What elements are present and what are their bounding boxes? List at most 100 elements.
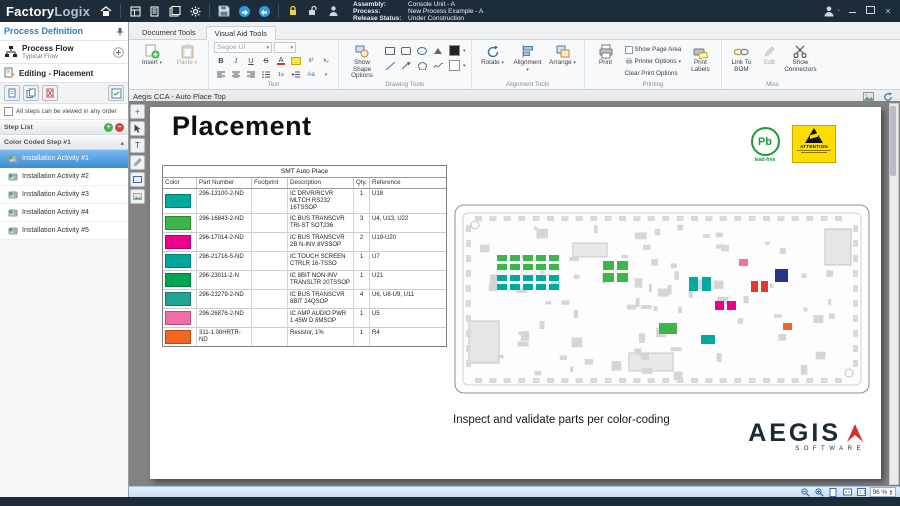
insert-button[interactable]: Insert ▾ — [136, 42, 168, 68]
strikethrough-button[interactable]: S — [259, 54, 273, 67]
paste-button[interactable]: Paste ▾ — [171, 42, 203, 68]
rounded-rect-shape-button[interactable] — [399, 44, 413, 57]
step-list-item[interactable]: Installation Activity #1 — [0, 150, 128, 168]
printer-options-button[interactable]: Printer Options▾ — [625, 56, 682, 67]
zoom-spinner[interactable]: ▲▼ — [889, 489, 893, 496]
alignment-button[interactable]: Alignment ▾ — [512, 42, 544, 74]
ellipse-shape-button[interactable] — [415, 44, 429, 57]
minimize-button[interactable] — [846, 6, 858, 16]
superscript-button[interactable]: x² — [304, 54, 318, 67]
delete-step-button[interactable] — [42, 85, 58, 101]
highlight-button[interactable] — [289, 54, 303, 67]
user-menu[interactable]: ▾ — [823, 5, 840, 17]
select-tool-button[interactable] — [130, 121, 145, 136]
zoom-fit-page-icon[interactable] — [828, 488, 839, 496]
zoom-actual-size-icon[interactable]: 1:1 — [856, 488, 867, 496]
show-page-area-toggle[interactable]: Show Page Area — [625, 44, 682, 55]
add-activity-button[interactable]: + — [104, 123, 113, 132]
font-size-select[interactable]: ▾ — [274, 42, 296, 53]
cell-part-number: 296-26876-2-ND — [197, 309, 252, 327]
numbered-list-button[interactable]: 1≡ — [274, 68, 288, 81]
add-flow-icon[interactable] — [113, 47, 124, 58]
align-center-button[interactable] — [229, 68, 243, 81]
add-annotation-button[interactable]: + — [130, 104, 145, 119]
indent-button[interactable] — [289, 68, 303, 81]
scrollbar-thumb[interactable] — [890, 106, 896, 176]
subscript-button[interactable]: x₂ — [319, 54, 333, 67]
link-to-bom-button[interactable]: Link To BOM — [727, 42, 755, 74]
rotate-button[interactable]: Rotate ▾ — [477, 42, 509, 68]
engineer-button[interactable] — [324, 2, 342, 20]
unlock-icon[interactable] — [304, 2, 322, 20]
lock-icon[interactable] — [284, 2, 302, 20]
step-list-item[interactable]: Installation Activity #5 — [0, 222, 128, 240]
arrow-shape-button[interactable] — [399, 59, 413, 72]
step-group-header[interactable]: Color Coded Step #1 ▴ — [0, 135, 128, 150]
align-right-button[interactable] — [244, 68, 258, 81]
more-text-options-button[interactable]: ▾ — [319, 68, 333, 81]
cell-reference: U4, U13, U22 — [370, 214, 446, 232]
edit-button[interactable]: Edit — [758, 42, 780, 68]
schedule-button[interactable] — [126, 2, 144, 20]
collapse-chevron-icon[interactable]: ▴ — [120, 139, 124, 147]
italic-button[interactable]: I — [229, 54, 243, 67]
process-flow-row[interactable]: Process Flow Typical Flow — [0, 41, 128, 64]
print-labels-button[interactable]: Print Labels — [684, 42, 716, 74]
close-button[interactable]: × — [882, 6, 894, 16]
check-in-button[interactable] — [235, 2, 253, 20]
zoom-fit-width-icon[interactable] — [842, 488, 853, 496]
show-shape-options-button[interactable]: Show Shape Options — [344, 42, 380, 81]
image-tool-button[interactable] — [130, 189, 145, 204]
pin-icon[interactable] — [116, 27, 124, 36]
underline-button[interactable]: U — [244, 54, 258, 67]
show-connectors-button[interactable]: Show Connectors — [783, 42, 817, 74]
home-button[interactable] — [97, 2, 115, 20]
settings-gear-icon[interactable] — [186, 2, 204, 20]
line-color-dropdown[interactable]: ▾ — [463, 63, 466, 69]
new-step-button[interactable] — [4, 85, 20, 101]
tab-visual-aid-tools[interactable]: Visual Aid Tools — [206, 26, 276, 40]
zoom-in-icon[interactable] — [814, 488, 825, 496]
arrange-button[interactable]: Arrange ▾ — [547, 42, 579, 68]
tab-document-tools[interactable]: Document Tools — [133, 25, 205, 39]
step-list-item[interactable]: Installation Activity #2 — [0, 168, 128, 186]
fill-color-dropdown[interactable]: ▾ — [463, 48, 466, 54]
text-tool-button[interactable]: T — [130, 138, 145, 153]
documents-button[interactable] — [146, 2, 164, 20]
cell-qty: 1 — [354, 252, 370, 270]
zoom-level-input[interactable]: 96 % ▲▼ — [870, 487, 896, 497]
draw-tool-button[interactable] — [130, 155, 145, 170]
fill-color-well[interactable] — [447, 44, 461, 57]
print-button[interactable]: Print — [590, 42, 622, 68]
text-style-button[interactable]: Aa — [304, 68, 318, 81]
bullet-list-button[interactable] — [259, 68, 273, 81]
remove-activity-button[interactable]: − — [115, 123, 124, 132]
polygon-shape-button[interactable] — [415, 59, 429, 72]
order-checkbox[interactable] — [4, 107, 13, 116]
templates-button[interactable] — [166, 2, 184, 20]
triangle-shape-button[interactable] — [431, 44, 445, 57]
vertical-scrollbar[interactable] — [889, 103, 899, 485]
zoom-out-icon[interactable] — [800, 488, 811, 496]
copy-step-button[interactable] — [23, 85, 39, 101]
freehand-shape-button[interactable] — [431, 59, 445, 72]
document-page[interactable]: Placement Pb lead-free ATTENTION SMT Aut… — [150, 107, 881, 479]
maximize-button[interactable] — [864, 6, 876, 16]
step-list-item[interactable]: Installation Activity #3 — [0, 186, 128, 204]
line-color-well[interactable] — [447, 59, 461, 72]
process-label: Process: — [353, 8, 405, 15]
step-list-item[interactable]: Installation Activity #4 — [0, 204, 128, 222]
font-color-button[interactable]: A — [274, 54, 288, 67]
line-shape-button[interactable] — [383, 59, 397, 72]
align-left-button[interactable] — [214, 68, 228, 81]
check-out-button[interactable] — [255, 2, 273, 20]
bold-button[interactable]: B — [214, 54, 228, 67]
shape-options-icon — [355, 43, 369, 60]
clear-print-options-button[interactable]: Clear Print Options — [625, 68, 682, 79]
checklist-button[interactable] — [108, 85, 124, 101]
save-button[interactable] — [215, 2, 233, 20]
shape-tool-button[interactable] — [130, 172, 145, 187]
rectangle-shape-button[interactable] — [383, 44, 397, 57]
font-family-select[interactable]: Segoe UI▾ — [214, 42, 272, 53]
document-canvas[interactable]: + T Placement Pb lead-free ATTENTION — [129, 101, 900, 487]
